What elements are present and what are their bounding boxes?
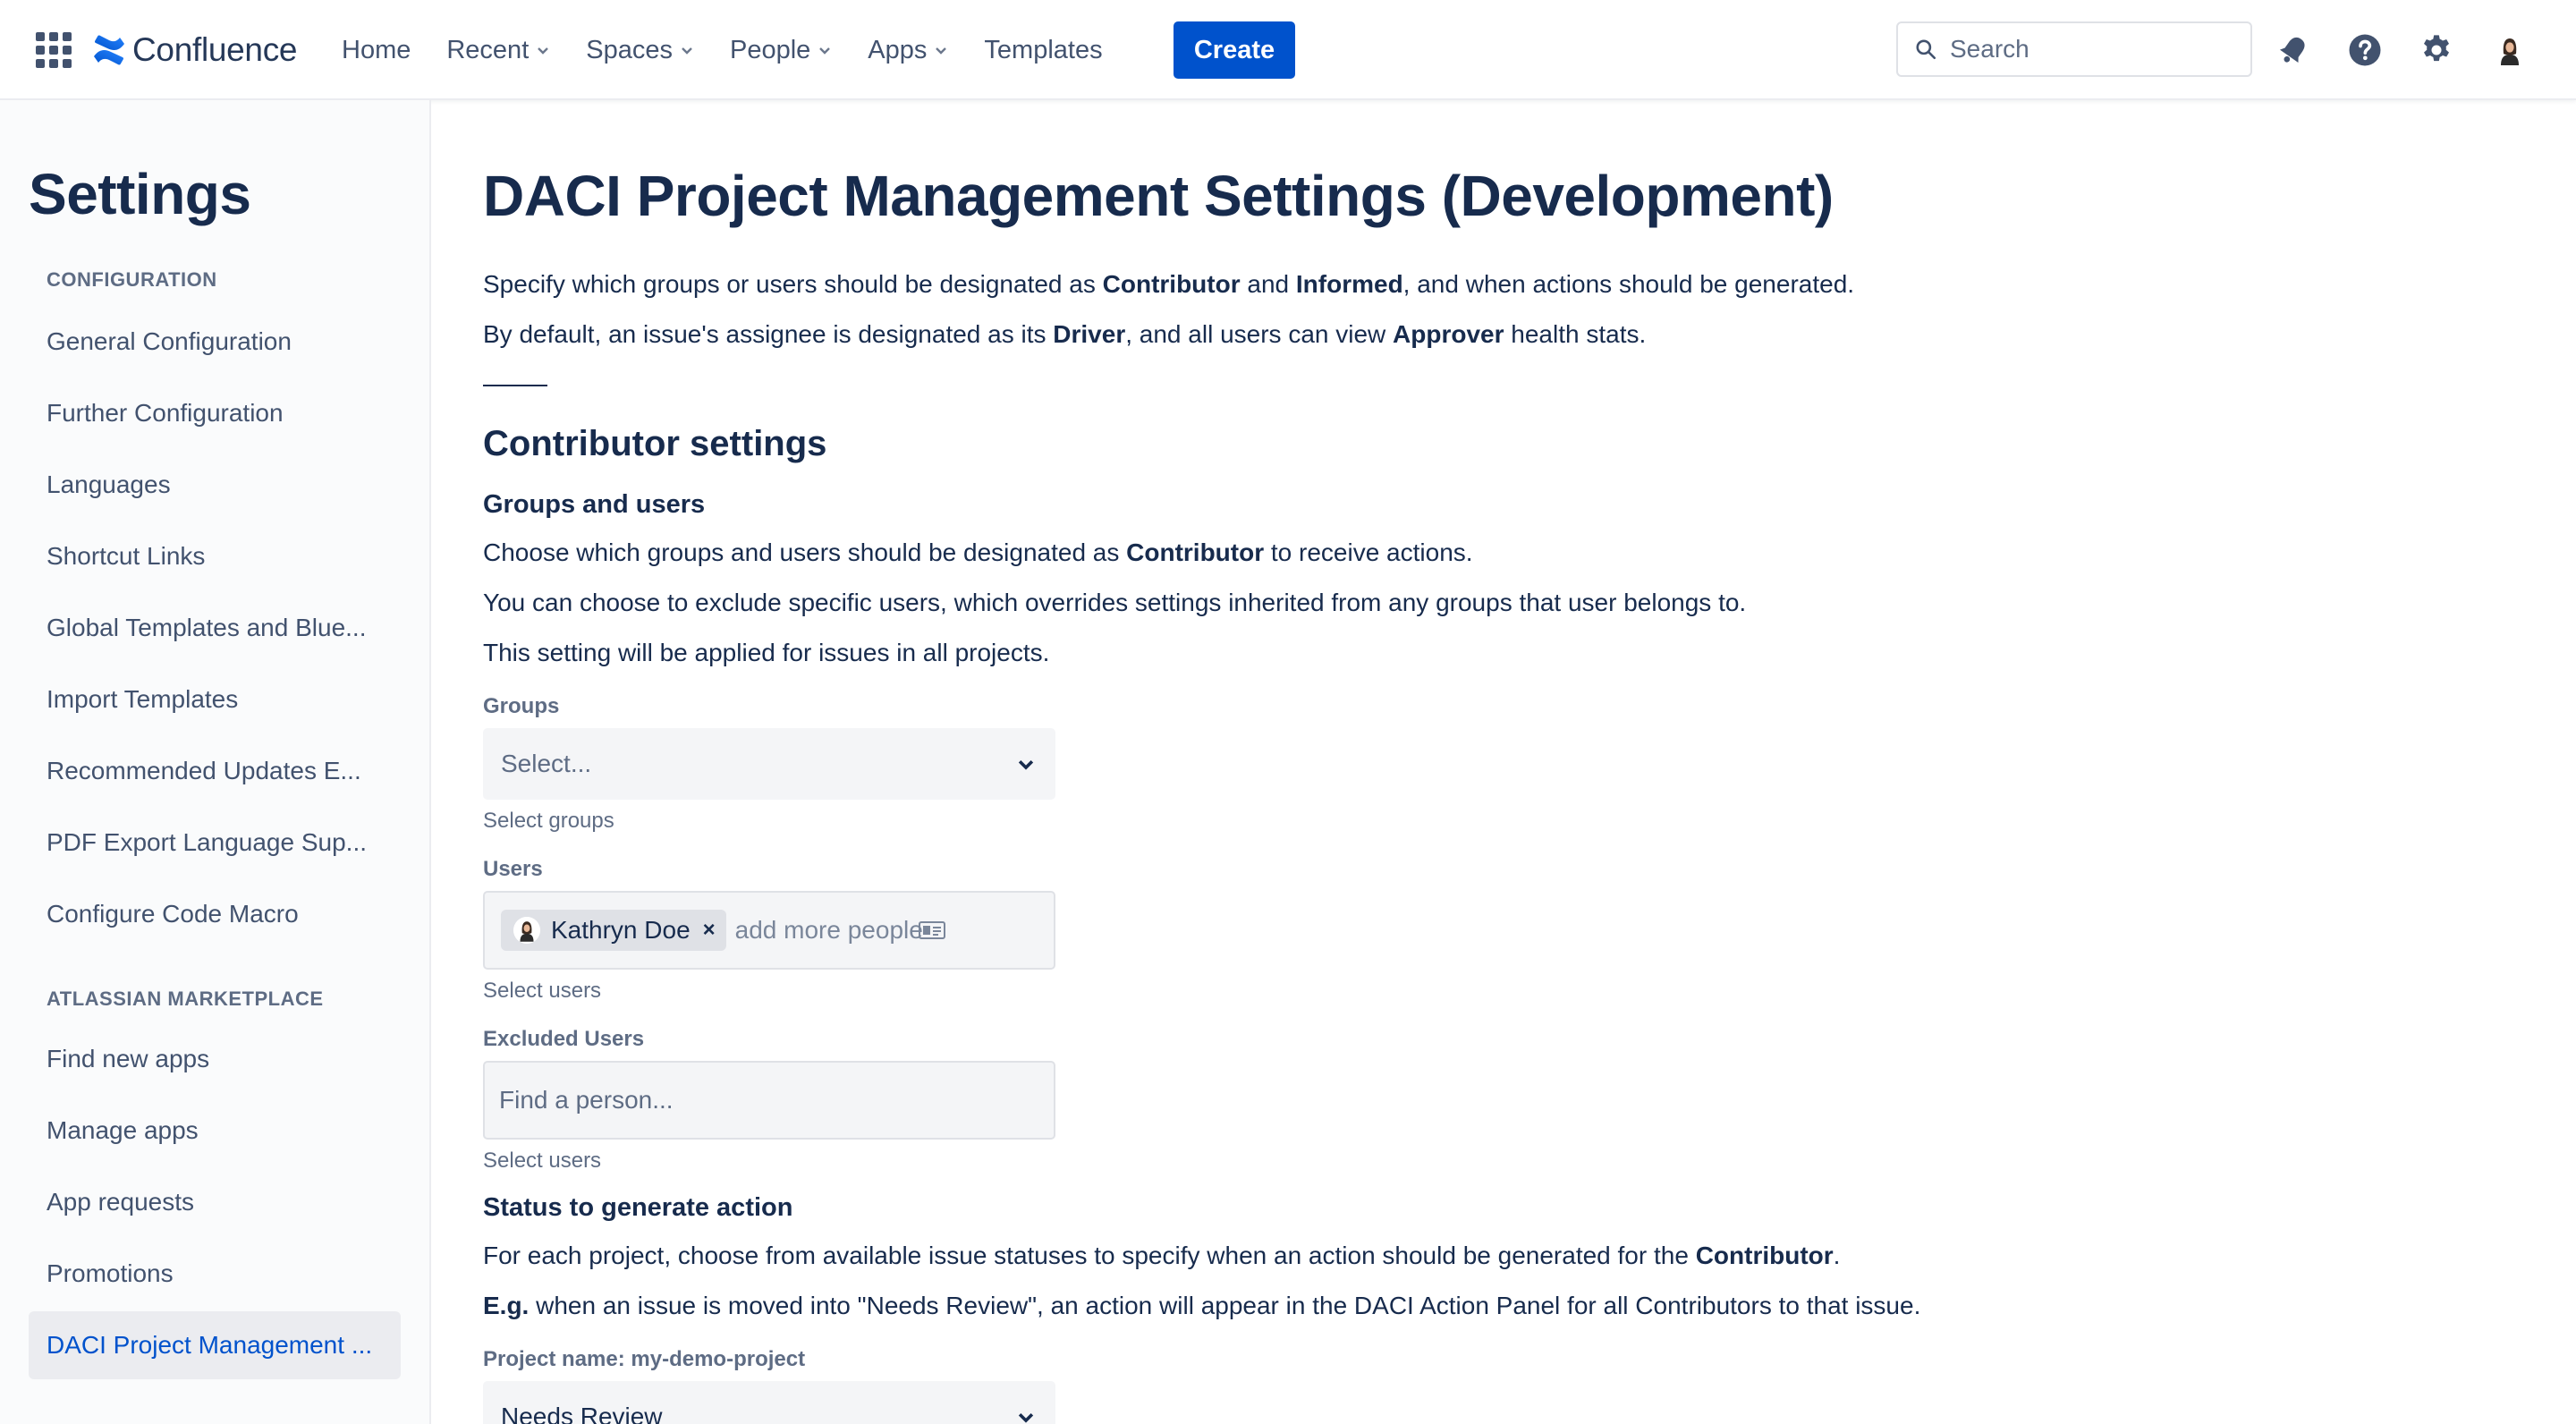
contributor-settings-heading: Contributor settings [483, 424, 827, 463]
groups-helper: Select groups [483, 809, 614, 833]
project-status-value: Needs Review [501, 1403, 663, 1424]
groups-select[interactable]: Select... [483, 728, 1055, 800]
sidebar-item-pdf-export-language[interactable]: PDF Export Language Sup... [29, 809, 401, 877]
sidebar-item-app-requests[interactable]: App requests [29, 1168, 401, 1236]
search-input[interactable] [1950, 35, 2236, 64]
confluence-logo-icon [94, 35, 124, 65]
main-content: DACI Project Management Settings (Develo… [483, 100, 2540, 1424]
groups-label: Groups [483, 694, 560, 718]
sidebar-section-configuration: CONFIGURATION [47, 268, 217, 291]
contact-card-icon[interactable] [918, 920, 946, 941]
search-box[interactable] [1896, 21, 2252, 77]
excluded-users-helper: Select users [483, 1149, 602, 1173]
page-title: DACI Project Management Settings (Develo… [483, 164, 1834, 228]
users-picker[interactable]: Kathryn Doe × [483, 891, 1055, 970]
sidebar-item-promotions[interactable]: Promotions [29, 1240, 401, 1308]
logo-text: Confluence [132, 31, 298, 68]
create-button[interactable]: Create [1174, 21, 1295, 79]
sidebar-item-find-new-apps[interactable]: Find new apps [29, 1025, 401, 1093]
sidebar-item-shortcut-links[interactable]: Shortcut Links [29, 522, 401, 590]
sidebar-item-general-configuration[interactable]: General Configuration [29, 308, 401, 376]
help-icon[interactable] [2343, 29, 2386, 72]
remove-user-icon[interactable]: × [703, 918, 716, 943]
sidebar-item-languages[interactable]: Languages [29, 451, 401, 519]
nav-apps-label: Apps [868, 35, 928, 64]
sidebar-title: Settings [29, 162, 251, 226]
nav-templates-label: Templates [984, 35, 1103, 64]
primary-nav: Home Recent Spaces People Apps Templates [342, 25, 1139, 75]
add-people-input[interactable] [734, 916, 923, 945]
sidebar-item-manage-apps[interactable]: Manage apps [29, 1097, 401, 1165]
exclude-description: You can choose to exclude specific users… [483, 589, 1747, 616]
user-avatar-icon [513, 917, 540, 944]
chevron-down-icon [1018, 759, 1034, 770]
app-switcher-icon[interactable] [36, 32, 72, 68]
settings-icon[interactable] [2415, 29, 2458, 72]
nav-home[interactable]: Home [342, 36, 411, 65]
nav-home-label: Home [342, 35, 411, 64]
status-example: E.g. when an issue is moved into "Needs … [483, 1292, 1921, 1319]
sidebar-item-configure-code-macro[interactable]: Configure Code Macro [29, 880, 401, 948]
sidebar-item-further-configuration[interactable]: Further Configuration [29, 379, 401, 447]
nav-people-label: People [729, 35, 811, 64]
sidebar-item-import-templates[interactable]: Import Templates [29, 665, 401, 733]
nav-recent[interactable]: Recent [446, 36, 550, 65]
bell-icon [2279, 37, 2305, 63]
nav-spaces-label: Spaces [586, 35, 673, 64]
chevron-down-icon [1018, 1412, 1034, 1423]
avatar[interactable] [2488, 29, 2531, 72]
status-description: For each project, choose from available … [483, 1242, 1841, 1269]
chevron-down-icon [936, 47, 947, 55]
sidebar-item-recommended-updates[interactable]: Recommended Updates E... [29, 737, 401, 805]
user-chip[interactable]: Kathryn Doe × [501, 910, 726, 951]
excluded-users-field[interactable] [483, 1061, 1055, 1140]
users-label: Users [483, 857, 543, 881]
user-avatar-icon [2492, 32, 2528, 68]
excluded-users-input[interactable] [499, 1086, 1036, 1115]
intro-paragraph-1: Specify which groups or users should be … [483, 270, 1855, 298]
excluded-users-label: Excluded Users [483, 1027, 645, 1051]
chevron-down-icon [538, 47, 549, 55]
groups-select-placeholder: Select... [501, 750, 592, 777]
sidebar-section-atlassian-marketplace: ATLASSIAN MARKETPLACE [47, 987, 324, 1010]
nav-people[interactable]: People [730, 36, 832, 65]
divider [483, 385, 547, 386]
notifications-icon[interactable] [2272, 29, 2315, 72]
question-mark-icon [2349, 34, 2381, 66]
groups-and-users-heading: Groups and users [483, 490, 706, 519]
project-status-select[interactable]: Needs Review [483, 1381, 1055, 1424]
settings-sidebar: Settings CONFIGURATION General Configura… [0, 100, 431, 1424]
nav-recent-label: Recent [446, 35, 530, 64]
project-name-label: Project name: my-demo-project [483, 1347, 806, 1371]
nav-templates[interactable]: Templates [984, 36, 1102, 65]
search-icon [1916, 39, 1936, 60]
contributor-description: Choose which groups and users should be … [483, 538, 1473, 566]
scope-description: This setting will be applied for issues … [483, 639, 1050, 666]
user-chip-label: Kathryn Doe [551, 916, 691, 944]
nav-apps[interactable]: Apps [868, 36, 948, 65]
users-helper: Select users [483, 979, 602, 1003]
status-to-generate-action-heading: Status to generate action [483, 1193, 793, 1222]
chevron-down-icon [819, 47, 831, 55]
sidebar-item-daci-project-management[interactable]: DACI Project Management ... [29, 1311, 401, 1379]
intro-paragraph-2: By default, an issue's assignee is desig… [483, 320, 1647, 348]
confluence-logo[interactable]: Confluence [91, 27, 297, 73]
chevron-down-icon [682, 47, 692, 55]
sidebar-item-global-templates[interactable]: Global Templates and Blue... [29, 594, 401, 662]
nav-spaces[interactable]: Spaces [586, 36, 694, 65]
gear-icon [2424, 35, 2449, 62]
top-navigation: Confluence Home Recent Spaces People App… [0, 0, 2576, 100]
user-chip-avatar [513, 917, 540, 944]
